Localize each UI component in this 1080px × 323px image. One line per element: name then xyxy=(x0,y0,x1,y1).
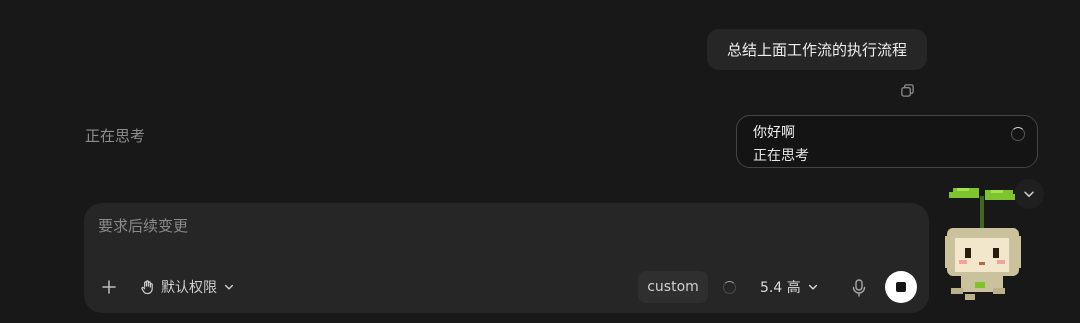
voice-input-button[interactable] xyxy=(850,277,868,299)
copy-icon xyxy=(900,83,914,97)
chevron-down-icon xyxy=(808,284,817,290)
status-card[interactable]: 你好啊 正在思考 xyxy=(736,115,1038,168)
custom-chip-label: custom xyxy=(647,279,699,295)
stop-icon xyxy=(896,282,906,292)
microphone-icon xyxy=(852,279,866,297)
sprout-mascot-image xyxy=(945,188,1021,300)
composer: 默认权限 custom 5.4 高 xyxy=(84,203,929,313)
status-card-title: 你好啊 xyxy=(753,125,795,141)
user-message-bubble: 总结上面工作流的执行流程 xyxy=(707,29,927,70)
permission-selector[interactable]: 默认权限 xyxy=(140,276,235,298)
composer-input[interactable] xyxy=(98,217,698,235)
assistant-thinking-text: 正在思考 xyxy=(85,127,146,145)
model-label: 5.4 高 xyxy=(760,280,801,296)
plus-icon xyxy=(102,280,116,294)
model-selector[interactable]: 5.4 高 xyxy=(760,276,819,298)
custom-chip[interactable]: custom xyxy=(638,271,708,303)
chevron-down-icon xyxy=(224,284,234,290)
permission-label: 默认权限 xyxy=(161,280,217,296)
spinner-icon xyxy=(723,281,736,294)
status-card-subtitle: 正在思考 xyxy=(753,148,809,164)
spinner-icon xyxy=(1011,127,1025,141)
copy-message-button[interactable] xyxy=(898,81,916,99)
attach-button[interactable] xyxy=(98,275,120,299)
stop-button[interactable] xyxy=(885,271,917,303)
chevron-down-icon xyxy=(1024,191,1034,197)
hand-icon xyxy=(141,280,153,295)
user-message-text: 总结上面工作流的执行流程 xyxy=(726,41,907,59)
